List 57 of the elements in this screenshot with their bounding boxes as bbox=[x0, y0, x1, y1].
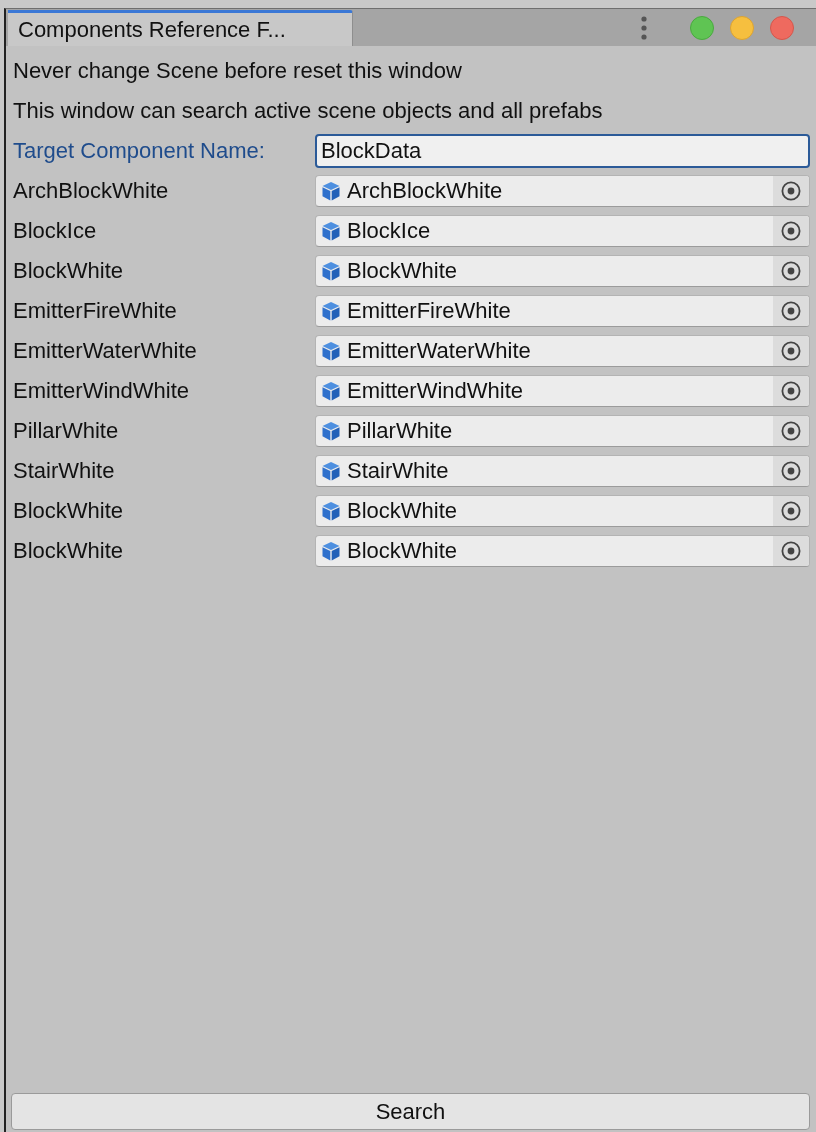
object-picker-button[interactable] bbox=[773, 216, 809, 246]
object-picker-button[interactable] bbox=[773, 176, 809, 206]
target-icon bbox=[781, 421, 801, 441]
object-label: BlockWhite bbox=[13, 498, 124, 524]
target-icon bbox=[781, 261, 801, 281]
object-field[interactable]: BlockIce bbox=[315, 215, 810, 247]
field-label: Target Component Name: bbox=[13, 138, 265, 164]
target-icon bbox=[781, 301, 801, 321]
cube-icon bbox=[321, 261, 341, 281]
target-icon bbox=[781, 181, 801, 201]
more-options-icon[interactable] bbox=[641, 15, 647, 40]
object-label: EmitterFireWhite bbox=[13, 298, 177, 324]
object-field[interactable]: BlockWhite bbox=[315, 495, 810, 527]
object-label: BlockWhite bbox=[13, 538, 124, 564]
cube-icon bbox=[321, 501, 341, 521]
object-label: StairWhite bbox=[13, 458, 115, 484]
object-label: BlockWhite bbox=[13, 258, 124, 284]
info-text: This window can search active scene objects and all prefabs bbox=[13, 97, 604, 125]
info-text: Never change Scene before reset this window bbox=[13, 57, 463, 85]
window-tab[interactable]: Components Reference F... bbox=[8, 10, 353, 46]
target-icon bbox=[781, 221, 801, 241]
cube-icon bbox=[321, 381, 341, 401]
object-label: ArchBlockWhite bbox=[13, 178, 169, 204]
cube-icon bbox=[321, 421, 341, 441]
object-picker-button[interactable] bbox=[773, 456, 809, 486]
target-icon bbox=[781, 541, 801, 561]
cube-icon bbox=[321, 181, 341, 201]
target-icon bbox=[781, 341, 801, 361]
object-label: EmitterWindWhite bbox=[13, 378, 190, 404]
object-label: PillarWhite bbox=[13, 418, 119, 444]
object-field[interactable]: EmitterWindWhite bbox=[315, 375, 810, 407]
cube-icon bbox=[321, 221, 341, 241]
object-field[interactable]: BlockWhite bbox=[315, 255, 810, 287]
target-icon bbox=[781, 381, 801, 401]
object-picker-button[interactable] bbox=[773, 376, 809, 406]
target-icon bbox=[781, 501, 801, 521]
cube-icon bbox=[321, 341, 341, 361]
object-field[interactable]: EmitterWaterWhite bbox=[315, 335, 810, 367]
object-picker-button[interactable] bbox=[773, 256, 809, 286]
cube-icon bbox=[321, 301, 341, 321]
target-icon bbox=[781, 461, 801, 481]
object-picker-button[interactable] bbox=[773, 496, 809, 526]
object-field[interactable]: StairWhite bbox=[315, 455, 810, 487]
cube-icon bbox=[321, 541, 341, 561]
object-label: BlockIce bbox=[13, 218, 97, 244]
cube-icon bbox=[321, 461, 341, 481]
object-picker-button[interactable] bbox=[773, 296, 809, 326]
object-field[interactable]: BlockWhite bbox=[315, 535, 810, 567]
object-field[interactable]: EmitterFireWhite bbox=[315, 295, 810, 327]
object-label: EmitterWaterWhite bbox=[13, 338, 197, 364]
search-button[interactable]: Search bbox=[11, 1093, 810, 1130]
object-field[interactable]: ArchBlockWhite bbox=[315, 175, 810, 207]
object-picker-button[interactable] bbox=[773, 416, 809, 446]
object-picker-button[interactable] bbox=[773, 536, 809, 566]
text-field[interactable]: BlockData bbox=[315, 134, 810, 168]
object-picker-button[interactable] bbox=[773, 336, 809, 366]
object-field[interactable]: PillarWhite bbox=[315, 415, 810, 447]
